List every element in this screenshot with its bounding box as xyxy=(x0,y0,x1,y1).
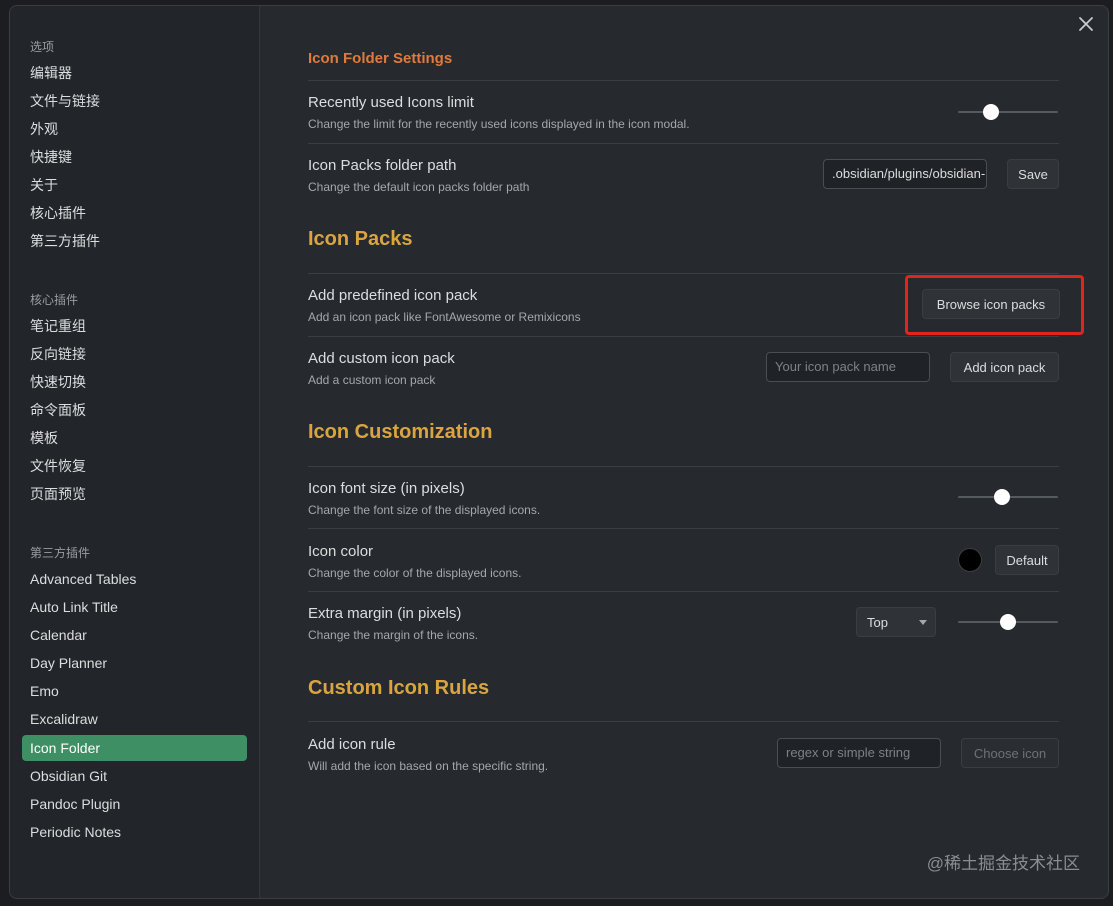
add-icon-pack-button[interactable]: Add icon pack xyxy=(950,352,1059,382)
sidebar-header-third-party: 第三方插件 xyxy=(30,546,91,560)
setting-name-predefined-pack: Add predefined icon pack xyxy=(308,287,478,304)
margin-side-value: Top xyxy=(867,615,888,630)
setting-desc-extra-margin: Change the margin of the icons. xyxy=(308,628,479,642)
divider xyxy=(308,591,1059,592)
sidebar-item-day-planner[interactable]: Day Planner xyxy=(22,650,247,676)
slider-thumb[interactable] xyxy=(983,104,999,120)
section-title-icon-folder-settings: Icon Folder Settings xyxy=(308,50,453,67)
setting-name-icon-color: Icon color xyxy=(308,543,374,560)
sidebar-item-about[interactable]: 关于 xyxy=(22,172,247,198)
sidebar-item-emo[interactable]: Emo xyxy=(22,678,247,704)
sidebar-item-excalidraw[interactable]: Excalidraw xyxy=(22,706,247,732)
setting-desc-icon-color: Change the color of the displayed icons. xyxy=(308,566,522,580)
browse-icon-packs-button[interactable]: Browse icon packs xyxy=(922,289,1060,319)
sidebar-item-hotkeys[interactable]: 快捷键 xyxy=(22,144,247,170)
divider xyxy=(308,528,1059,529)
recent-limit-slider[interactable] xyxy=(958,104,1058,120)
section-title-icon-customization: Icon Customization xyxy=(308,421,493,443)
setting-desc-custom-pack: Add a custom icon pack xyxy=(308,373,436,387)
section-title-icon-packs: Icon Packs xyxy=(308,228,413,250)
setting-desc-icon-rule: Will add the icon based on the specific … xyxy=(308,759,549,773)
font-size-slider[interactable] xyxy=(958,489,1058,505)
sidebar-item-appearance[interactable]: 外观 xyxy=(22,116,247,142)
sidebar-item-pandoc-plugin[interactable]: Pandoc Plugin xyxy=(22,791,247,817)
setting-name-folder-path: Icon Packs folder path xyxy=(308,157,457,174)
divider xyxy=(308,80,1059,81)
save-button[interactable]: Save xyxy=(1007,159,1059,189)
icon-color-picker[interactable] xyxy=(958,548,982,572)
settings-sidebar: 选项 编辑器 文件与链接 外观 快捷键 关于 核心插件 第三方插件 核心插件 笔… xyxy=(10,6,260,898)
setting-name-custom-pack: Add custom icon pack xyxy=(308,350,455,367)
sidebar-item-templates[interactable]: 模板 xyxy=(22,425,247,451)
sidebar-item-community-plugins[interactable]: 第三方插件 xyxy=(22,228,247,254)
setting-desc-recent-limit: Change the limit for the recently used i… xyxy=(308,117,690,131)
sidebar-item-core-plugins[interactable]: 核心插件 xyxy=(22,200,247,226)
folder-path-input[interactable]: .obsidian/plugins/obsidian-icon-folder xyxy=(823,159,987,189)
divider xyxy=(308,273,1059,274)
margin-side-select[interactable]: Top xyxy=(856,607,936,637)
sidebar-item-note-composer[interactable]: 笔记重组 xyxy=(22,313,247,339)
sidebar-item-quick-switcher[interactable]: 快速切换 xyxy=(22,369,247,395)
setting-desc-font-size: Change the font size of the displayed ic… xyxy=(308,503,541,517)
setting-name-font-size: Icon font size (in pixels) xyxy=(308,480,465,497)
sidebar-item-editor[interactable]: 编辑器 xyxy=(22,60,247,86)
setting-desc-folder-path: Change the default icon packs folder pat… xyxy=(308,180,530,194)
sidebar-item-file-recovery[interactable]: 文件恢复 xyxy=(22,453,247,479)
divider xyxy=(308,336,1059,337)
sidebar-item-auto-link-title[interactable]: Auto Link Title xyxy=(22,594,247,620)
sidebar-item-periodic-notes[interactable]: Periodic Notes xyxy=(22,819,247,845)
settings-modal: 选项 编辑器 文件与链接 外观 快捷键 关于 核心插件 第三方插件 核心插件 笔… xyxy=(9,5,1109,899)
choose-icon-button[interactable]: Choose icon xyxy=(961,738,1059,768)
watermark: @稀土掘金技术社区 xyxy=(926,854,1080,873)
divider xyxy=(308,721,1059,722)
sidebar-item-files-links[interactable]: 文件与链接 xyxy=(22,88,247,114)
slider-track xyxy=(958,111,1058,113)
slider-thumb[interactable] xyxy=(994,489,1010,505)
sidebar-item-obsidian-git[interactable]: Obsidian Git xyxy=(22,763,247,789)
settings-content: Icon Folder Settings Recently used Icons… xyxy=(260,6,1108,898)
sidebar-item-backlinks[interactable]: 反向链接 xyxy=(22,341,247,367)
chevron-down-icon xyxy=(919,620,927,625)
sidebar-item-page-preview[interactable]: 页面预览 xyxy=(22,481,247,507)
setting-name-recent-limit: Recently used Icons limit xyxy=(308,94,474,111)
setting-name-icon-rule: Add icon rule xyxy=(308,736,396,753)
sidebar-item-command-palette[interactable]: 命令面板 xyxy=(22,397,247,423)
slider-thumb[interactable] xyxy=(1000,614,1016,630)
default-color-button[interactable]: Default xyxy=(995,545,1059,575)
section-title-custom-icon-rules: Custom Icon Rules xyxy=(308,677,490,699)
sidebar-header-core: 核心插件 xyxy=(30,293,79,307)
extra-margin-slider[interactable] xyxy=(958,614,1058,630)
divider xyxy=(308,466,1059,467)
setting-name-extra-margin: Extra margin (in pixels) xyxy=(308,605,462,622)
icon-pack-name-input[interactable]: Your icon pack name xyxy=(766,352,930,382)
icon-rule-input[interactable]: regex or simple string xyxy=(777,738,941,768)
sidebar-item-advanced-tables[interactable]: Advanced Tables xyxy=(22,566,247,592)
setting-desc-predefined-pack: Add an icon pack like FontAwesome or Rem… xyxy=(308,310,581,324)
sidebar-item-calendar[interactable]: Calendar xyxy=(22,622,247,648)
sidebar-header-options: 选项 xyxy=(30,40,55,54)
sidebar-item-icon-folder[interactable]: Icon Folder xyxy=(22,735,247,761)
divider xyxy=(308,143,1059,144)
